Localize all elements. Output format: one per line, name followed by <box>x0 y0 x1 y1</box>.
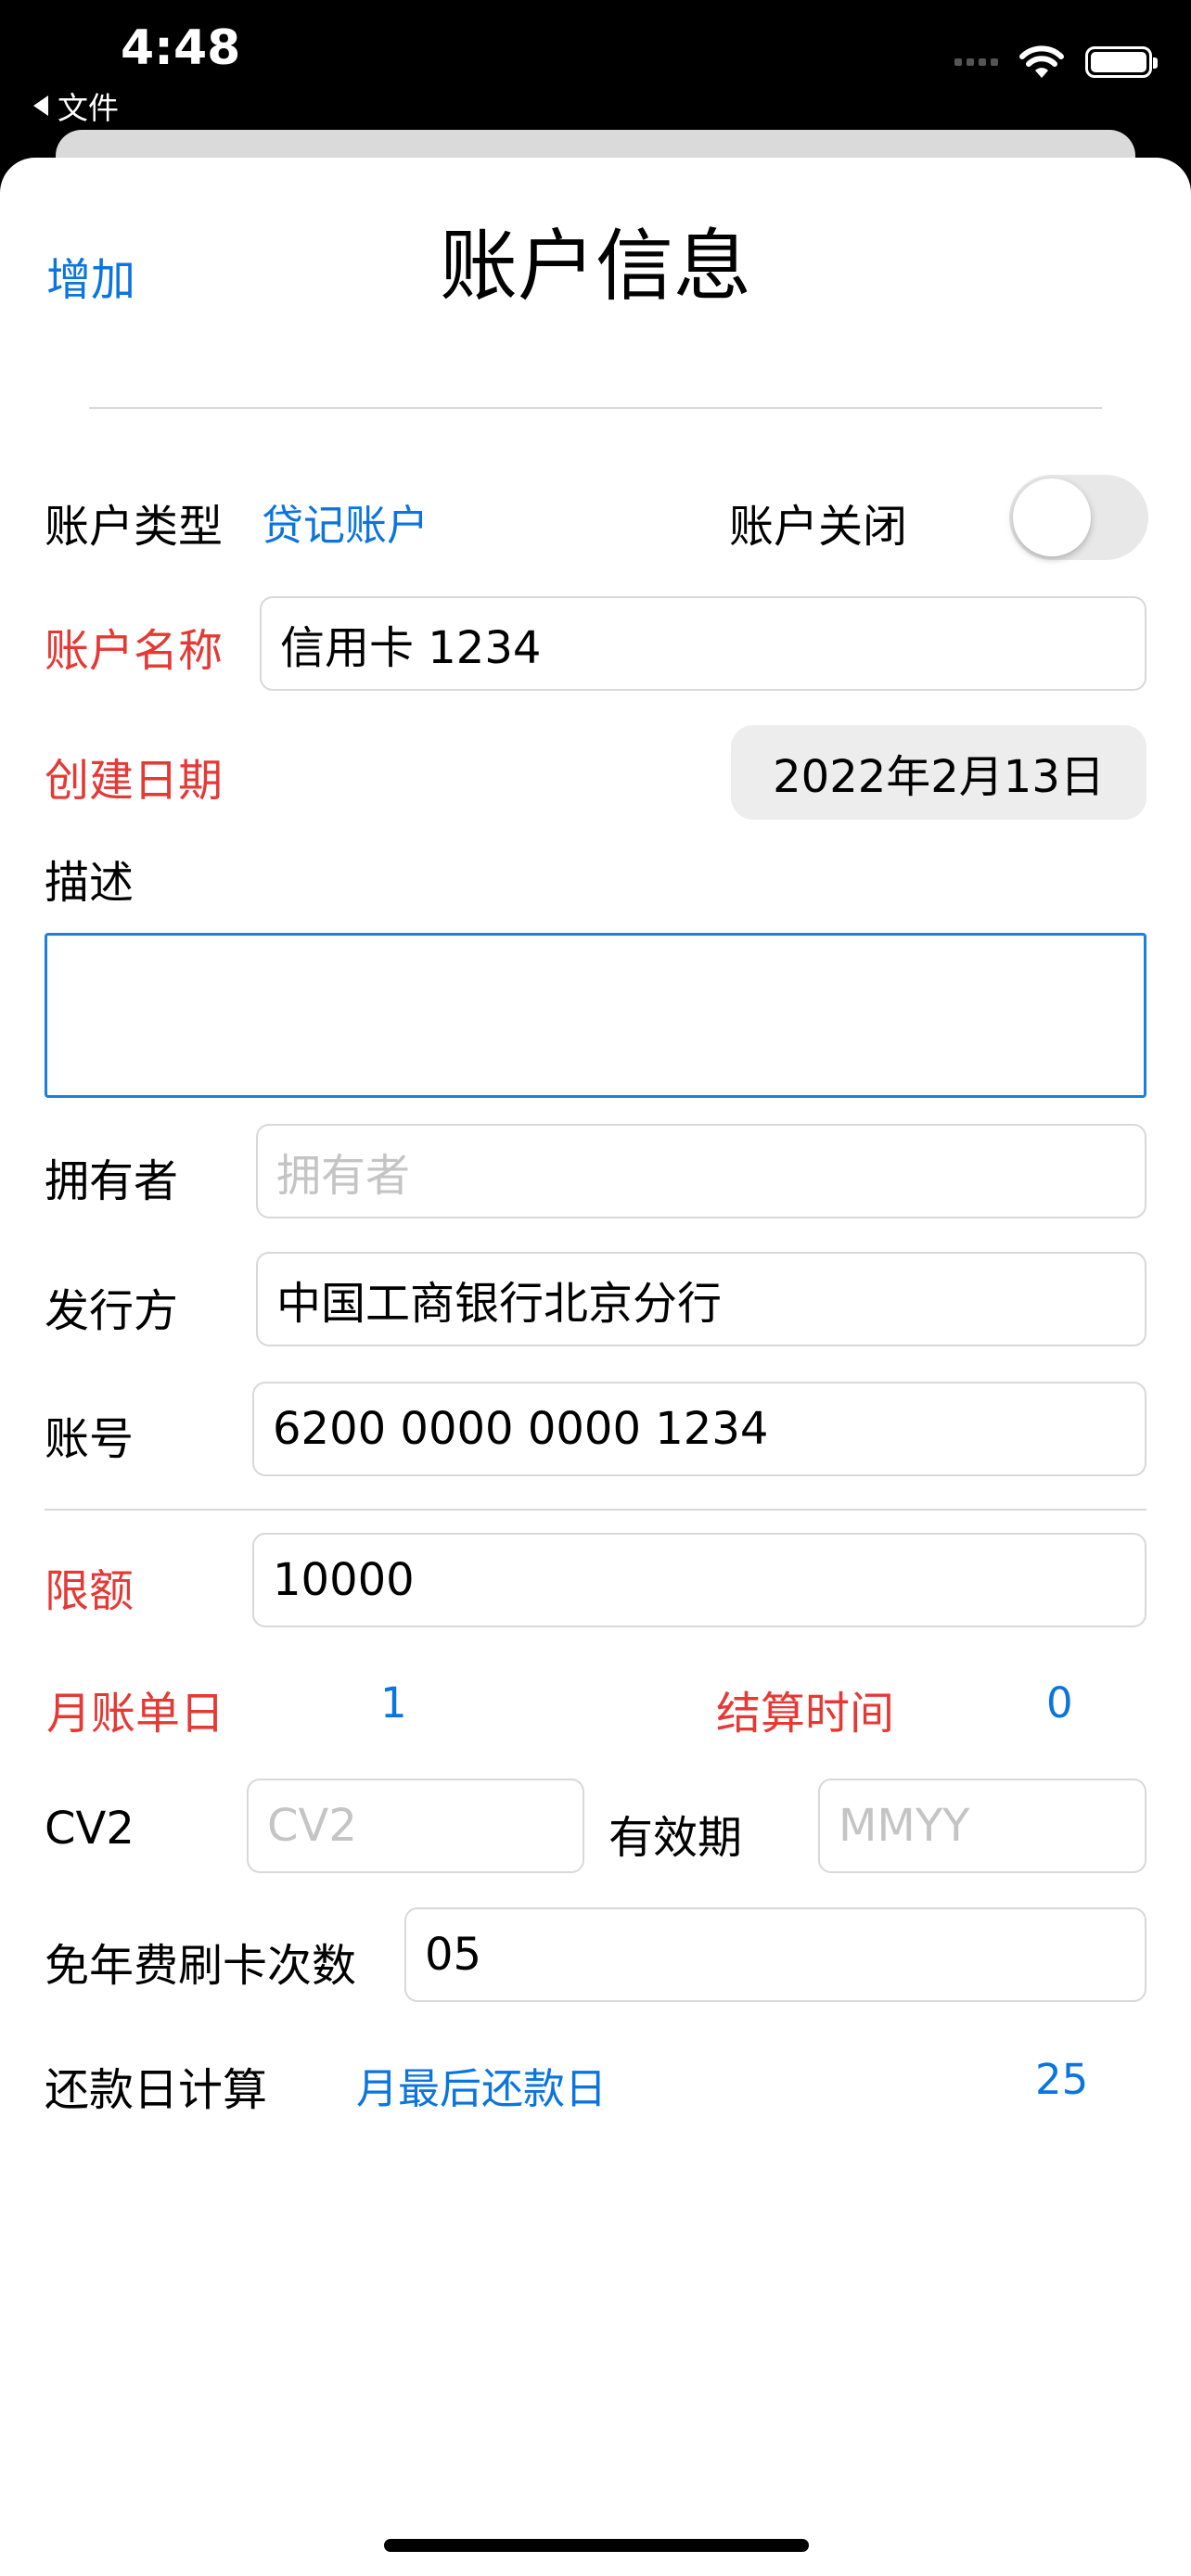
account-closed-label: 账户关闭 <box>729 501 908 553</box>
description-textarea[interactable] <box>45 933 1146 1098</box>
created-date-value: 2022年2月13日 <box>773 751 1105 803</box>
back-app-label: 文件 <box>58 90 119 126</box>
repayment-calc-picker[interactable]: 月最后还款日 <box>356 2055 607 2115</box>
limit-input[interactable]: 10000 <box>252 1533 1146 1627</box>
statement-day-label: 月账单日 <box>46 1688 225 1740</box>
issuer-label: 发行方 <box>45 1285 179 1337</box>
cv2-placeholder: CV2 <box>267 1800 357 1852</box>
wifi-icon <box>1019 45 1064 78</box>
status-icons <box>954 45 1158 80</box>
statement-day-picker[interactable]: 1 <box>380 1678 407 1728</box>
account-number-label: 账号 <box>45 1413 134 1465</box>
settlement-time-picker[interactable]: 0 <box>1046 1678 1073 1728</box>
settlement-time-label: 结算时间 <box>716 1688 895 1740</box>
account-name-input[interactable]: 信用卡 1234 <box>260 596 1146 691</box>
cv2-input[interactable]: CV2 <box>247 1779 584 1873</box>
issuer-value: 中国工商银行北京分行 <box>276 1278 723 1330</box>
repayment-calc-label: 还款日计算 <box>45 2064 268 2116</box>
account-type-label: 账户类型 <box>45 501 224 553</box>
owner-label: 拥有者 <box>45 1155 179 1207</box>
fee-waiver-swipes-value: 05 <box>425 1929 482 1981</box>
account-number-input[interactable]: 6200 0000 0000 1234 <box>252 1382 1146 1476</box>
account-number-value: 6200 0000 0000 1234 <box>273 1403 769 1455</box>
owner-input[interactable]: 拥有者 <box>256 1124 1146 1218</box>
account-type-picker[interactable]: 贷记账户 <box>262 491 429 552</box>
back-to-app-link[interactable]: 文件 <box>33 83 119 128</box>
account-name-label: 账户名称 <box>45 625 224 677</box>
expiry-placeholder: MMYY <box>839 1800 970 1852</box>
expiry-label: 有效期 <box>608 1812 743 1864</box>
cellular-signal-icon <box>954 58 998 66</box>
header-divider <box>89 407 1102 409</box>
description-label: 描述 <box>45 857 134 909</box>
issuer-input[interactable]: 中国工商银行北京分行 <box>256 1252 1146 1346</box>
limit-value: 10000 <box>273 1554 415 1606</box>
repayment-day-picker[interactable]: 25 <box>1035 2055 1088 2104</box>
owner-placeholder: 拥有者 <box>276 1150 411 1202</box>
account-name-value: 信用卡 1234 <box>280 622 542 674</box>
limit-label: 限额 <box>45 1565 134 1617</box>
home-indicator[interactable] <box>384 2539 809 2552</box>
status-time: 4:48 <box>121 20 241 76</box>
created-date-picker[interactable]: 2022年2月13日 <box>731 725 1146 820</box>
toggle-knob <box>1013 478 1091 556</box>
page-title: 账户信息 <box>439 221 751 312</box>
fee-waiver-swipes-input[interactable]: 05 <box>404 1907 1146 2002</box>
fee-waiver-swipes-label: 免年费刷卡次数 <box>45 1940 357 1992</box>
battery-icon <box>1085 46 1158 78</box>
section-divider <box>45 1509 1146 1511</box>
back-arrow-icon <box>33 96 48 116</box>
created-date-label: 创建日期 <box>45 755 224 807</box>
cv2-label: CV2 <box>45 1803 134 1855</box>
expiry-input[interactable]: MMYY <box>818 1779 1146 1873</box>
account-closed-toggle[interactable] <box>1009 475 1148 560</box>
